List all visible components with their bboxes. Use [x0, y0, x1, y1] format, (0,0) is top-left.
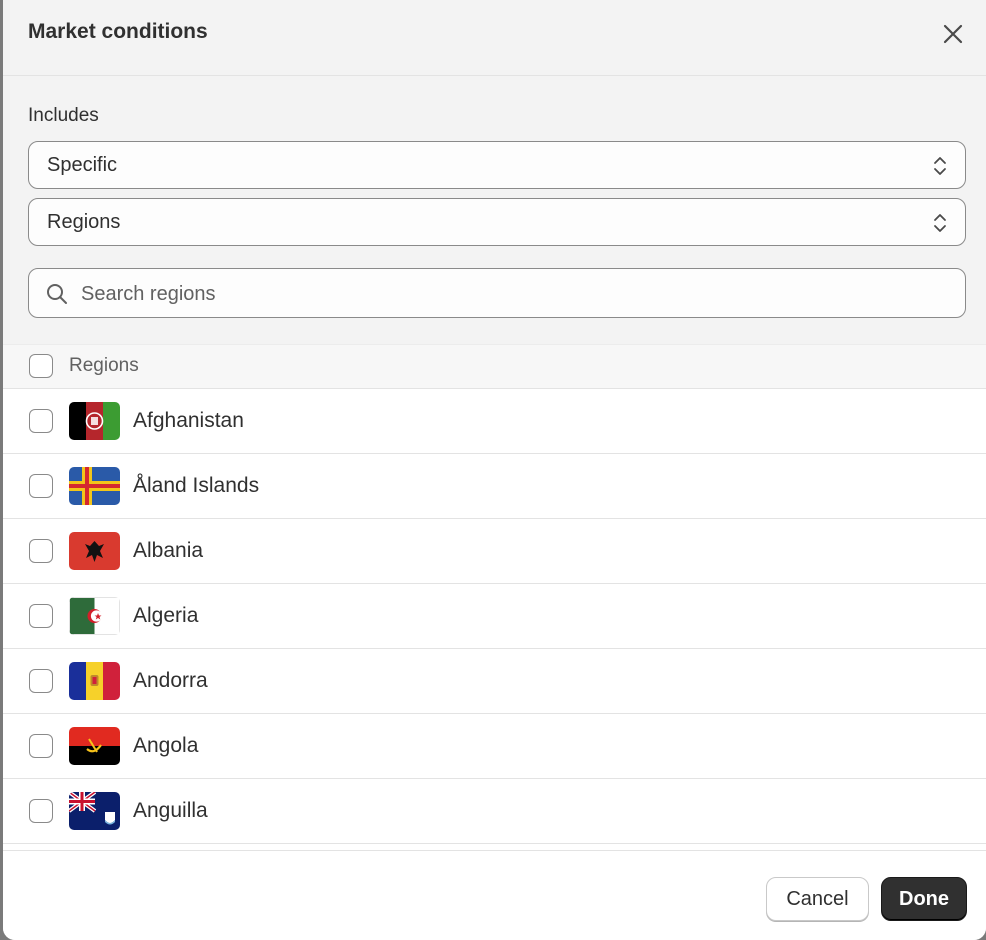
search-field[interactable]	[28, 268, 966, 319]
region-list: Afghanistan Åland Islands Albania Algeri…	[3, 389, 986, 844]
angola-flag-icon	[69, 727, 120, 765]
anguilla-flag-icon	[69, 792, 120, 830]
region-name: Åland Islands	[133, 474, 260, 497]
list-item[interactable]: Angola	[3, 714, 986, 779]
region-checkbox[interactable]	[29, 604, 53, 628]
andorra-flag-icon	[69, 662, 120, 700]
includes-label: Includes	[28, 105, 99, 126]
cancel-button[interactable]: Cancel	[766, 877, 869, 921]
chevron-up-down-icon	[934, 214, 946, 232]
list-item[interactable]: Andorra	[3, 649, 986, 714]
region-name: Albania	[133, 539, 204, 562]
list-item[interactable]: Åland Islands	[3, 454, 986, 519]
albania-flag-icon	[69, 532, 120, 570]
region-name: Angola	[133, 734, 199, 757]
market-conditions-modal: Market conditions Includes Specific Regi…	[3, 0, 986, 940]
conditions-section: Includes Specific Regions	[3, 76, 986, 344]
done-button[interactable]: Done	[881, 877, 967, 921]
list-item[interactable]: Algeria	[3, 584, 986, 649]
type-select-value: Regions	[47, 211, 121, 233]
list-item[interactable]: Albania	[3, 519, 986, 584]
region-name: Afghanistan	[133, 409, 244, 432]
region-name: Andorra	[133, 669, 208, 692]
scope-select-value: Specific	[47, 154, 118, 176]
list-header: Regions	[3, 344, 986, 389]
chevron-up-down-icon	[934, 157, 946, 175]
list-header-label: Regions	[69, 355, 139, 376]
aland-islands-flag-icon	[69, 467, 120, 505]
region-checkbox[interactable]	[29, 669, 53, 693]
region-name: Algeria	[133, 604, 199, 627]
modal-footer: Cancel Done	[3, 850, 986, 940]
search-icon	[47, 284, 67, 304]
region-checkbox[interactable]	[29, 539, 53, 563]
algeria-flag-icon	[69, 597, 120, 635]
list-item[interactable]: Afghanistan	[3, 389, 986, 454]
scope-select[interactable]: Specific	[28, 141, 966, 189]
region-name: Anguilla	[133, 799, 208, 822]
close-icon[interactable]	[939, 20, 967, 48]
region-checkbox[interactable]	[29, 734, 53, 758]
search-input[interactable]	[79, 269, 943, 319]
region-checkbox[interactable]	[29, 474, 53, 498]
modal-title: Market conditions	[28, 20, 208, 43]
region-checkbox[interactable]	[29, 409, 53, 433]
region-checkbox[interactable]	[29, 799, 53, 823]
type-select[interactable]: Regions	[28, 198, 966, 246]
select-all-checkbox[interactable]	[29, 354, 53, 378]
list-item[interactable]: Anguilla	[3, 779, 986, 844]
modal-header: Market conditions	[3, 0, 986, 76]
afghanistan-flag-icon	[69, 402, 120, 440]
